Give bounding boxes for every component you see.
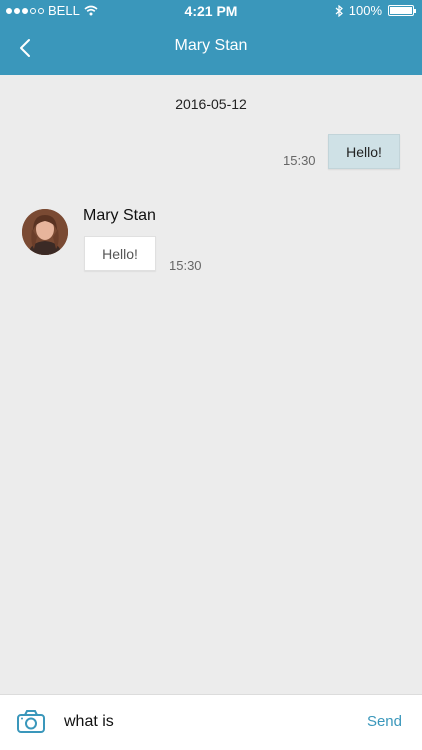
incoming-message-bubble[interactable]: Hello! [84, 236, 156, 271]
avatar-image [22, 209, 68, 255]
status-right: 100% [335, 3, 416, 18]
camera-button[interactable] [16, 709, 46, 735]
outgoing-message-time: 15:30 [283, 153, 316, 168]
sender-name: Mary Stan [83, 207, 156, 224]
camera-icon [17, 710, 45, 733]
incoming-message-time: 15:30 [169, 258, 202, 273]
outgoing-message-text: Hello! [346, 143, 382, 160]
status-bar: BELL 4:21 PM 100% [0, 0, 422, 22]
battery-percent: 100% [348, 3, 382, 18]
page-title: Mary Stan [174, 37, 248, 54]
outgoing-message-bubble[interactable]: Hello! [328, 134, 400, 169]
chat-date: 2016-05-12 [175, 96, 247, 112]
avatar[interactable] [22, 209, 68, 255]
incoming-message-text: Hello! [102, 245, 138, 262]
battery-icon [388, 5, 416, 16]
message-input[interactable] [64, 707, 344, 737]
header-bar: BELL 4:21 PM 100% Mary Stan [0, 0, 422, 75]
send-button[interactable]: Send [367, 713, 402, 730]
nav-bar: Mary Stan [0, 22, 422, 75]
composer-bar: Send [0, 694, 422, 750]
bluetooth-icon [335, 4, 343, 17]
